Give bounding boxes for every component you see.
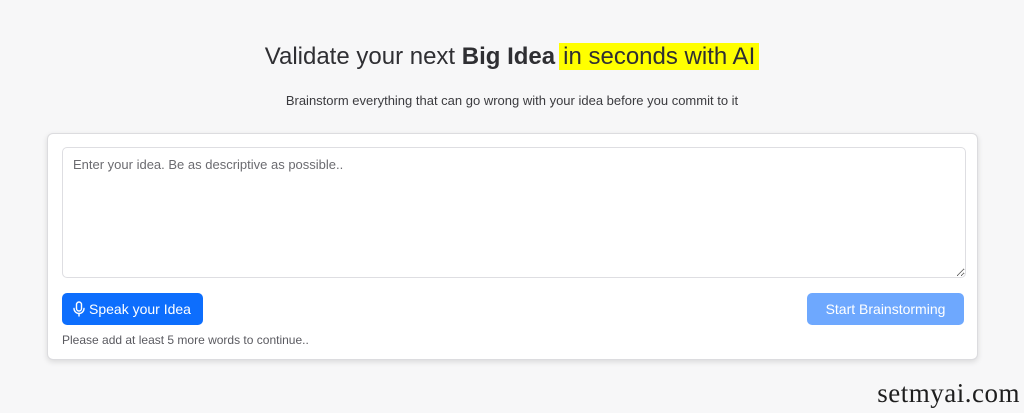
- title-bold: Big Idea: [461, 43, 556, 70]
- idea-input[interactable]: [62, 147, 966, 278]
- speak-idea-label: Speak your Idea: [89, 301, 191, 317]
- title-prefix: Validate your next: [264, 43, 462, 70]
- page-subtitle: Brainstorm everything that can go wrong …: [285, 93, 739, 108]
- microphone-icon: [72, 301, 86, 317]
- idea-form-card: Speak your Idea Start Brainstorming Plea…: [47, 133, 978, 360]
- word-count-hint: Please add at least 5 more words to cont…: [62, 333, 309, 347]
- start-brainstorming-button[interactable]: Start Brainstorming: [807, 293, 964, 325]
- speak-idea-button[interactable]: Speak your Idea: [62, 293, 203, 325]
- page-title: Validate your next Big Idea in seconds wi…: [0, 40, 1024, 74]
- page: Validate your next Big Idea in seconds wi…: [0, 0, 1024, 413]
- title-highlight: in seconds with AI: [559, 43, 760, 70]
- watermark: setmyai.com: [877, 378, 1020, 408]
